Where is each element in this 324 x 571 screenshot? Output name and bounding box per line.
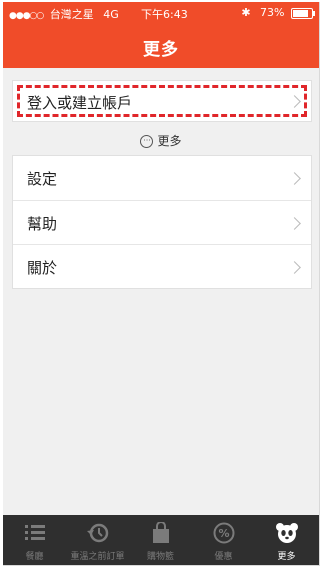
more-hint-label: 更多 bbox=[157, 134, 182, 148]
menu-item-label: 幫助 bbox=[27, 215, 58, 233]
signal-icon: ●●●○○ bbox=[9, 11, 44, 21]
tab-label: 購物籃 bbox=[146, 552, 174, 562]
menu-item-settings[interactable]: 設定 bbox=[13, 156, 311, 200]
svg-text:%: % bbox=[218, 527, 229, 540]
menu-item-label: 關於 bbox=[27, 259, 58, 277]
phone-screen: ●●●○○ 台灣之星 4G 下午6:43 ✱ 73% 更多 登入或建立帳戶 ··… bbox=[3, 2, 320, 566]
panda-icon bbox=[275, 523, 298, 543]
history-icon bbox=[86, 523, 108, 543]
status-bar: ●●●○○ 台灣之星 4G 下午6:43 ✱ 73% bbox=[3, 2, 319, 24]
status-time: 下午6:43 bbox=[141, 8, 188, 21]
tab-bar: 餐廳 重溫之前訂單 購物籃 % 優惠 更多 bbox=[3, 515, 319, 565]
battery-percent: 73% bbox=[260, 6, 285, 19]
bluetooth-icon: ✱ bbox=[241, 6, 251, 19]
percent-icon: % bbox=[213, 522, 234, 544]
menu-item-about[interactable]: 關於 bbox=[13, 244, 311, 289]
chevron-right-icon bbox=[288, 172, 301, 185]
carrier-name: 台灣之星 bbox=[49, 8, 94, 21]
page-title: 更多 bbox=[143, 40, 179, 60]
login-row[interactable]: 登入或建立帳戶 bbox=[12, 80, 312, 122]
tab-label: 更多 bbox=[277, 552, 296, 562]
tab-restaurants[interactable]: 餐廳 bbox=[3, 515, 66, 565]
chevron-right-icon bbox=[288, 261, 301, 274]
basket-icon bbox=[152, 522, 169, 543]
battery-icon bbox=[291, 7, 315, 19]
tab-basket[interactable]: 購物籃 bbox=[129, 515, 192, 565]
menu-item-label: 設定 bbox=[27, 170, 58, 188]
tab-label: 優惠 bbox=[214, 552, 233, 562]
list-icon bbox=[24, 525, 45, 540]
tab-more[interactable]: 更多 bbox=[255, 515, 318, 565]
tab-label: 重溫之前訂單 bbox=[70, 552, 125, 562]
login-label: 登入或建立帳戶 bbox=[27, 94, 133, 112]
status-left: ●●●○○ 台灣之星 4G bbox=[9, 6, 119, 22]
nav-bar: 更多 bbox=[3, 24, 319, 68]
tab-deals[interactable]: % 優惠 bbox=[192, 515, 255, 565]
status-right: ✱ 73% bbox=[241, 6, 315, 19]
chevron-right-icon bbox=[288, 217, 301, 230]
network-type: 4G bbox=[103, 8, 119, 21]
tab-reorder[interactable]: 重溫之前訂單 bbox=[66, 515, 129, 565]
menu-item-help[interactable]: 幫助 bbox=[13, 200, 311, 245]
menu-list: 設定 幫助 關於 bbox=[12, 155, 312, 289]
tab-label: 餐廳 bbox=[25, 552, 44, 562]
more-dots-icon: ··· bbox=[140, 135, 154, 148]
more-hint: ··· 更多 bbox=[3, 132, 319, 149]
